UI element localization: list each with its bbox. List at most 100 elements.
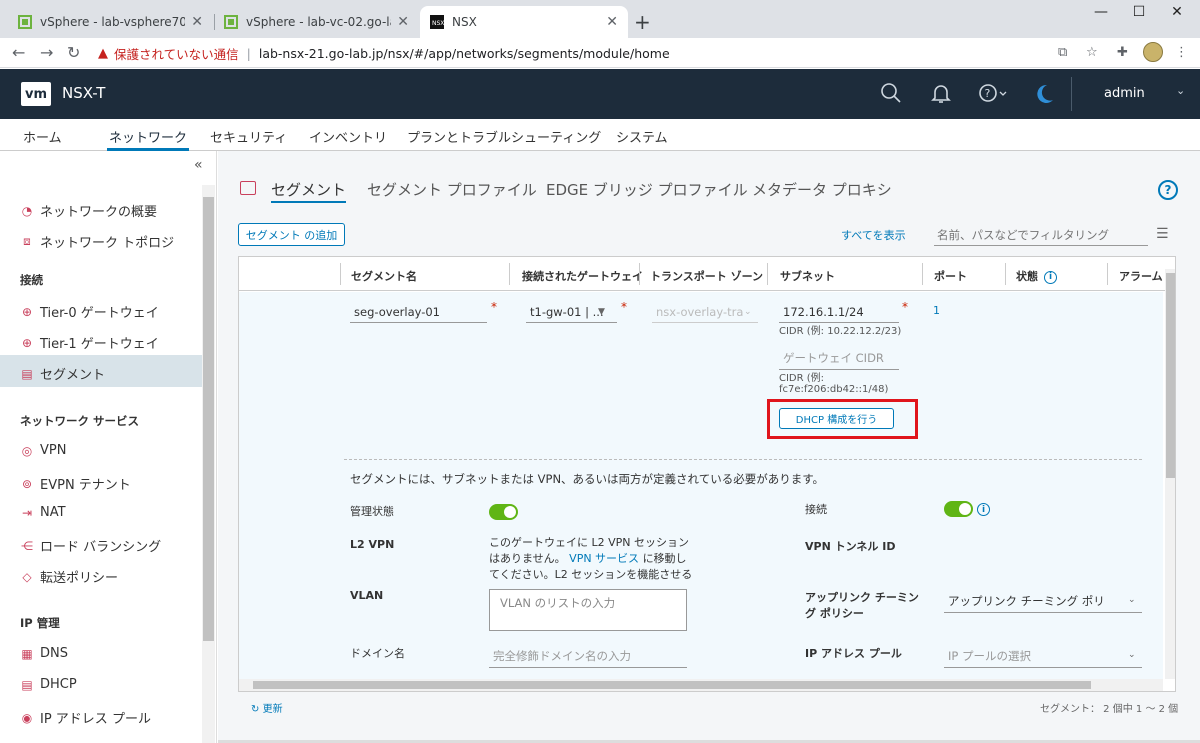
filter-input[interactable] <box>934 224 1148 246</box>
sidebar-item-label: セグメント <box>40 368 106 383</box>
ports-count-link[interactable]: 1 <box>933 304 940 317</box>
info-icon[interactable]: i <box>977 503 990 516</box>
refresh-label: 更新 <box>262 704 283 715</box>
l2vpn-label: L2 VPN <box>350 538 395 551</box>
url-text[interactable]: lab-nsx-21.go-lab.jp/nsx/#/app/networks/… <box>259 46 670 61</box>
domain-name-input[interactable]: 完全修飾ドメイン名の入力 <box>489 648 687 668</box>
user-menu[interactable]: admin <box>1104 86 1145 101</box>
column-divider <box>639 263 640 285</box>
section-divider <box>344 459 1142 460</box>
refresh-button[interactable]: ↻ 更新 <box>251 700 283 715</box>
gateway-cidr-input[interactable]: ゲートウェイ CIDR <box>779 350 899 370</box>
segment-icon: ▤ <box>21 366 33 381</box>
dropdown-caret-icon[interactable]: ▼ <box>598 307 605 317</box>
vpn-icon: ◎ <box>21 443 33 458</box>
tab-segment-profiles[interactable]: セグメント プロファイル <box>367 179 537 200</box>
configure-dhcp-button[interactable]: DHCP 構成を行う <box>779 408 894 429</box>
profile-avatar[interactable] <box>1143 42 1163 62</box>
sidebar-item-label: Tier-1 ゲートウェイ <box>40 337 159 352</box>
browser-tab-vsphere-1[interactable]: vSphere - lab-vsphere70-02-nsxt ✕ <box>8 6 213 38</box>
column-header-connected-gateway[interactable]: 接続されたゲートウェイ <box>522 268 643 284</box>
uplink-teaming-policy-select[interactable]: アップリンク チーミング ポリ <box>944 593 1142 613</box>
translate-icon[interactable]: ⧉ <box>1058 45 1067 60</box>
browser-menu-icon[interactable]: ⋮ <box>1175 45 1188 60</box>
chevron-down-icon[interactable]: ⌄ <box>1128 650 1136 660</box>
reload-icon[interactable]: ↻ <box>67 43 80 62</box>
nav-inventory[interactable]: インベントリ <box>309 127 387 146</box>
sidebar-item-evpn-tenant[interactable]: ⊚ EVPN テナント <box>20 474 131 494</box>
vlan-list-input[interactable]: VLAN のリストの入力 <box>489 589 687 631</box>
help-icon[interactable]: ? <box>1158 180 1178 200</box>
collapse-sidebar-icon[interactable]: « <box>194 157 203 173</box>
back-arrow-icon[interactable]: ← <box>12 43 25 62</box>
sidebar-item-network-overview[interactable]: ◔ ネットワークの概要 <box>20 201 157 221</box>
show-all-link[interactable]: すべてを表示 <box>841 227 906 243</box>
grid-horizontal-scrollbar-thumb[interactable] <box>253 681 1091 689</box>
ip-pool-icon: ◉ <box>21 710 33 725</box>
info-icon[interactable]: i <box>1044 270 1057 284</box>
nav-system[interactable]: システム <box>616 127 668 146</box>
address-bar[interactable]: ▲ 保護されていない通信 | lab-nsx-21.go-lab.jp/nsx/… <box>98 41 1108 65</box>
url-separator: | <box>246 45 251 61</box>
filter-lines-icon[interactable]: ☰ <box>1156 226 1169 242</box>
bookmark-star-icon[interactable]: ☆ <box>1086 45 1098 60</box>
sidebar-item-load-balancing[interactable]: ⋲ ロード バランシング <box>20 536 161 556</box>
segment-name-input[interactable]: seg-overlay-01 <box>350 305 487 323</box>
column-header-transport-zone[interactable]: トランスポート ゾーン <box>650 268 763 284</box>
nav-home[interactable]: ホーム <box>23 127 62 146</box>
chevron-down-icon[interactable]: ⌄ <box>744 307 752 317</box>
browser-toolbar: ← → ↻ ▲ 保護されていない通信 | lab-nsx-21.go-lab.j… <box>0 38 1200 68</box>
transport-zone-select[interactable]: nsx-overlay-tra <box>652 305 758 323</box>
security-status-label[interactable]: 保護されていない通信 <box>114 44 239 63</box>
column-header-segment-name[interactable]: セグメント名 <box>351 268 417 284</box>
required-asterisk: * <box>902 300 908 314</box>
close-tab-icon[interactable]: ✕ <box>606 14 618 30</box>
pagination-count: セグメント： 2 個中 1 ～ 2 個 <box>1040 704 1179 715</box>
refresh-icon: ↻ <box>251 704 260 715</box>
nav-networking[interactable]: ネットワーク <box>106 127 190 151</box>
bell-icon[interactable] <box>930 82 952 104</box>
sidebar-item-dns[interactable]: ▦ DNS <box>20 646 68 661</box>
sidebar-scrollbar-thumb[interactable] <box>203 197 214 641</box>
forward-arrow-icon[interactable]: → <box>40 43 53 62</box>
moon-theme-icon[interactable] <box>1032 82 1056 106</box>
sidebar-item-vpn[interactable]: ◎ VPN <box>20 443 67 458</box>
close-tab-icon[interactable]: ✕ <box>397 14 409 30</box>
nav-security[interactable]: セキュリティ <box>210 127 287 146</box>
sidebar-item-nat[interactable]: ⇥ NAT <box>20 505 66 520</box>
new-tab-button[interactable]: + <box>634 10 651 34</box>
browser-tab-vsphere-2[interactable]: vSphere - lab-vc-02.go-lab.jp - U ✕ <box>214 6 419 38</box>
close-tab-icon[interactable]: ✕ <box>191 14 203 30</box>
ip-pool-select[interactable]: IP プールの選択 <box>944 648 1142 668</box>
search-icon[interactable] <box>880 82 902 104</box>
help-icon[interactable]: ? <box>978 82 1010 104</box>
column-header-alarms[interactable]: アラーム <box>1119 268 1163 284</box>
sidebar-item-dhcp[interactable]: ▤ DHCP <box>20 677 76 692</box>
sidebar-item-ip-address-pool[interactable]: ◉ IP アドレス プール <box>20 708 151 728</box>
subnet-input[interactable]: 172.16.1.1/24 <box>779 305 899 323</box>
chevron-down-icon[interactable]: ⌄ <box>1176 84 1185 97</box>
connection-toggle[interactable] <box>944 501 973 517</box>
sidebar-item-forwarding-policy[interactable]: ◇ 転送ポリシー <box>20 567 118 587</box>
vpn-service-link[interactable]: VPN サービス <box>569 552 639 565</box>
chevron-down-icon[interactable]: ⌄ <box>1128 595 1136 605</box>
browser-tab-nsx[interactable]: NSX NSX ✕ <box>420 6 628 38</box>
admin-state-toggle[interactable] <box>489 504 518 520</box>
sidebar-item-tier0-gateway[interactable]: ⊕ Tier-0 ゲートウェイ <box>20 302 159 322</box>
column-header-status[interactable]: 状態 i <box>1016 268 1057 284</box>
tab-metadata-proxy[interactable]: メタデータ プロキシ <box>752 179 892 200</box>
nav-plan-troubleshoot[interactable]: プランとトラブルシューティング <box>407 127 601 146</box>
extensions-puzzle-icon[interactable]: ✚ <box>1117 45 1128 60</box>
close-window-button[interactable]: ✕ <box>1154 4 1200 20</box>
sidebar-item-tier1-gateway[interactable]: ⊕ Tier-1 ゲートウェイ <box>20 333 159 353</box>
sidebar-item-network-topology[interactable]: ⧈ ネットワーク トポロジ <box>20 232 174 251</box>
grid-vertical-scrollbar-thumb[interactable] <box>1166 273 1175 478</box>
add-segment-button[interactable]: セグメント の追加 <box>238 223 345 246</box>
sidebar-item-label: EVPN テナント <box>40 478 131 493</box>
column-header-ports[interactable]: ポート <box>934 268 967 284</box>
ip-pool-label: IP アドレス プール <box>805 647 902 660</box>
column-header-subnet[interactable]: サブネット <box>780 268 835 284</box>
tab-segments[interactable]: セグメント <box>271 179 347 203</box>
sidebar-item-segments[interactable]: ▤ セグメント <box>20 364 106 384</box>
tab-edge-bridge-profiles[interactable]: EDGE ブリッジ プロファイル <box>546 179 748 200</box>
